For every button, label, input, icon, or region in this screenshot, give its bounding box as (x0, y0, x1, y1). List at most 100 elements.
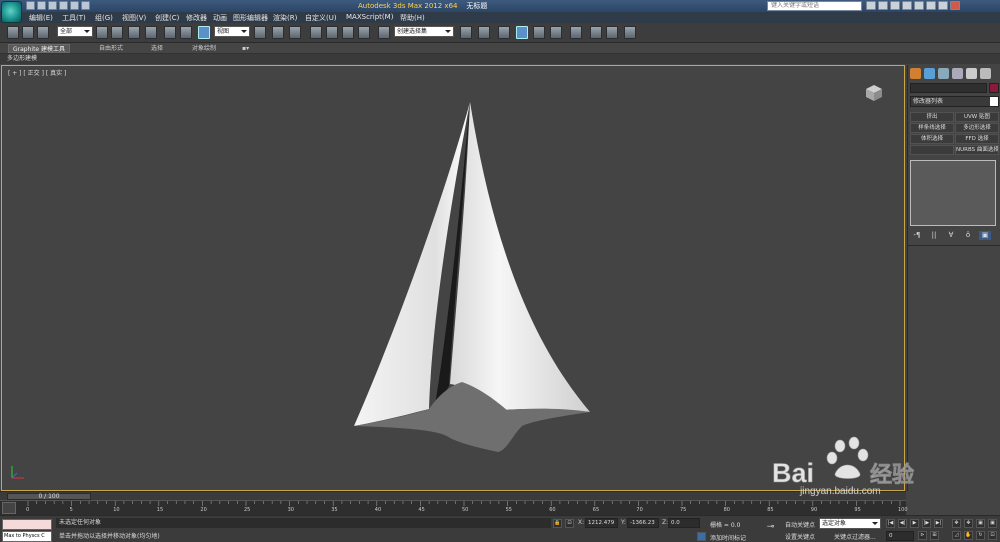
close-icon[interactable] (950, 1, 960, 10)
bind-space-warp-icon[interactable] (37, 26, 49, 39)
set-key-button[interactable]: 设置关键点 (785, 532, 815, 541)
pivot-center-icon[interactable] (254, 26, 266, 39)
communication-icon[interactable] (890, 1, 900, 10)
orbit-icon[interactable]: ↻ (976, 531, 985, 540)
menu-tools[interactable]: 工具(T) (62, 13, 86, 23)
menu-animation[interactable]: 动画 (213, 13, 227, 23)
menu-views[interactable]: 视图(V) (122, 13, 146, 23)
open-file-icon[interactable] (37, 1, 46, 10)
select-and-scale-icon[interactable] (198, 26, 210, 39)
auto-key-button[interactable]: 自动关键点 (785, 520, 815, 529)
graphite-ribbon-toggle-icon[interactable] (516, 26, 528, 39)
menu-maxscript[interactable]: MAXScript(M) (346, 13, 393, 21)
pin-stack-icon[interactable]: -¶ (911, 231, 923, 240)
show-end-result-icon[interactable]: || (928, 231, 940, 240)
make-unique-icon[interactable]: ∀ (945, 231, 957, 240)
modifier-volume-select-button[interactable]: 体积选择 (910, 134, 954, 144)
select-and-manipulate-icon[interactable] (272, 26, 284, 39)
layer-manager-icon[interactable] (498, 26, 510, 39)
motion-tab-icon[interactable] (952, 68, 963, 79)
mirror-icon[interactable] (460, 26, 472, 39)
modifier-ffd-select-button[interactable]: FFD 选择 (955, 134, 999, 144)
tab-selection[interactable]: 选择 (147, 44, 167, 53)
modifier-poly-select-button[interactable]: 多边形选择 (955, 123, 999, 133)
time-tag-icon[interactable] (697, 532, 706, 541)
display-tab-icon[interactable] (966, 68, 977, 79)
percent-snap-icon[interactable] (342, 26, 354, 39)
create-tab-icon[interactable] (910, 68, 921, 79)
track-bar[interactable]: 0 5 10 15 20 25 30 35 40 45 50 55 60 65 70 75 80 85 90 95 10… (0, 500, 908, 515)
key-mode-icon[interactable]: ⊳ (918, 531, 927, 540)
modifier-list-dropdown[interactable]: 修改器列表 (910, 96, 999, 107)
object-name-input[interactable] (910, 83, 987, 93)
project-folder-icon[interactable] (81, 1, 90, 10)
render-production-icon[interactable] (624, 26, 636, 39)
remove-modifier-icon[interactable]: ô (962, 231, 974, 240)
help-icon[interactable] (914, 1, 924, 10)
modifier-stack[interactable] (910, 160, 996, 226)
modifier-extrude-button[interactable]: 挤出 (910, 112, 954, 122)
zoom-icon[interactable]: ✥ (952, 519, 961, 528)
menu-modifiers[interactable]: 修改器 (186, 13, 207, 23)
select-and-move-icon[interactable] (164, 26, 176, 39)
menu-help[interactable]: 帮助(H) (400, 13, 425, 23)
zoom-extents-all-icon[interactable]: ▣ (988, 519, 997, 528)
render-setup-icon[interactable] (590, 26, 602, 39)
go-to-end-icon[interactable]: ▶| (934, 519, 943, 528)
maximize-viewport-icon[interactable]: ⊡ (988, 531, 997, 540)
rectangular-selection-icon[interactable] (128, 26, 140, 39)
utilities-tab-icon[interactable] (980, 68, 991, 79)
z-coordinate-input[interactable]: 0.0 (668, 518, 700, 528)
modifier-empty-button[interactable] (910, 145, 954, 155)
maximize-icon[interactable] (938, 1, 948, 10)
current-frame-input[interactable]: 0 (886, 531, 914, 541)
modifier-spline-select-button[interactable]: 样条线选择 (910, 123, 954, 133)
menu-rendering[interactable]: 渲染(R) (273, 13, 297, 23)
minimize-icon[interactable] (926, 1, 936, 10)
unlink-icon[interactable] (22, 26, 34, 39)
maxscript-listener-input[interactable] (2, 519, 52, 530)
object-color-swatch[interactable] (989, 83, 999, 93)
rendered-frame-window-icon[interactable] (606, 26, 618, 39)
zoom-all-icon[interactable]: ✥ (964, 519, 973, 528)
app-logo-icon[interactable] (1, 1, 22, 23)
spinner-snap-icon[interactable] (358, 26, 370, 39)
modify-tab-icon[interactable] (924, 68, 935, 79)
curve-editor-icon[interactable] (533, 26, 545, 39)
snaps-toggle-icon[interactable] (310, 26, 322, 39)
redo-icon[interactable] (70, 1, 79, 10)
menu-edit[interactable]: 编辑(E) (29, 13, 53, 23)
chevron-down-icon[interactable] (990, 97, 998, 106)
select-by-name-icon[interactable] (111, 26, 123, 39)
y-coordinate-input[interactable]: -1366.23 (627, 518, 659, 528)
window-crossing-icon[interactable] (145, 26, 157, 39)
reference-coordinate-dropdown[interactable]: 视图 (214, 26, 250, 37)
select-object-icon[interactable] (96, 26, 108, 39)
named-selection-sets-dropdown[interactable]: 创建选择集 (394, 26, 454, 37)
menu-graph-editors[interactable]: 图形编辑器 (233, 13, 268, 23)
undo-icon[interactable] (59, 1, 68, 10)
favorites-star-icon[interactable] (902, 1, 912, 10)
subscription-icon[interactable] (878, 1, 888, 10)
link-icon[interactable] (7, 26, 19, 39)
previous-frame-icon[interactable]: ◀| (898, 519, 907, 528)
time-slider[interactable]: 0 / 100 (7, 493, 91, 500)
tab-object-paint[interactable]: 对象绘制 (188, 44, 220, 53)
field-of-view-icon[interactable]: ◿ (952, 531, 961, 540)
hierarchy-tab-icon[interactable] (938, 68, 949, 79)
menu-group[interactable]: 组(G) (95, 13, 113, 23)
time-configuration-icon[interactable]: ⊞ (930, 531, 939, 540)
absolute-mode-icon[interactable]: ⊡ (565, 519, 574, 528)
modifier-nurbs-select-button[interactable]: NURBS 曲面选择 (955, 145, 999, 155)
pan-view-icon[interactable]: ✋ (964, 531, 973, 540)
new-file-icon[interactable] (26, 1, 35, 10)
play-icon[interactable]: ▶ (910, 519, 919, 528)
angle-snap-icon[interactable] (326, 26, 338, 39)
key-filters-button[interactable]: 关键点过滤器... (834, 532, 876, 541)
next-frame-icon[interactable]: |▶ (922, 519, 931, 528)
search-icon[interactable] (866, 1, 876, 10)
menu-create[interactable]: 创建(C) (155, 13, 179, 23)
add-time-tag-button[interactable]: 添加时间标记 (710, 533, 746, 542)
go-to-start-icon[interactable]: |◀ (886, 519, 895, 528)
select-and-rotate-icon[interactable] (180, 26, 192, 39)
